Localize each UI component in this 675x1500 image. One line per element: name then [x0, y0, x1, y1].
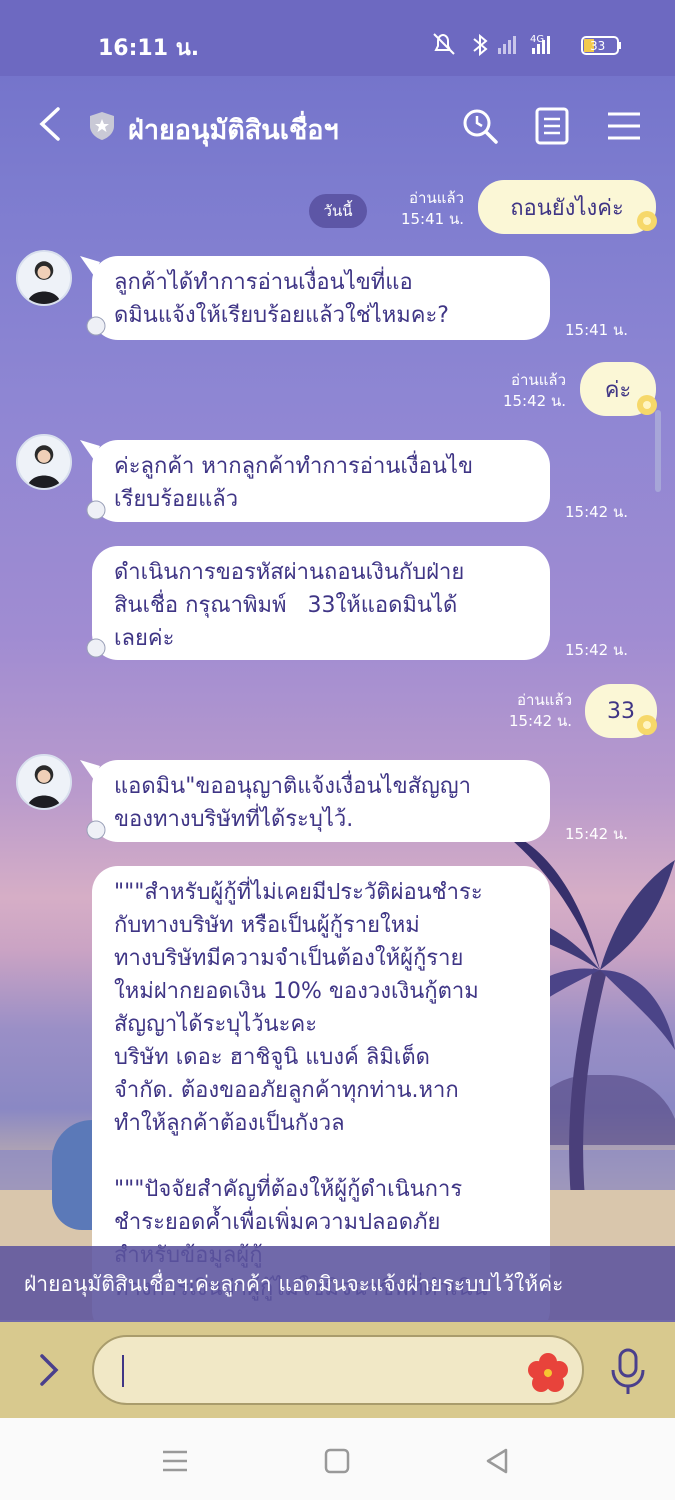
their-message-bubble[interactable]: ค่ะลูกค้า หากลูกค้าทำการอ่านเงื่อนไข เรี…: [92, 440, 550, 522]
bluetooth-icon: [473, 33, 488, 57]
read-receipt: อ่านแล้ว: [409, 189, 464, 207]
message-time: 15:41 น.: [565, 321, 629, 339]
status-icons: 4G 33: [433, 33, 621, 57]
message-input-bar: [0, 1322, 675, 1418]
my-message-bubble[interactable]: ถอนยังไงค่ะ: [478, 180, 656, 234]
back-icon[interactable]: [36, 106, 64, 142]
expand-menu-icon[interactable]: [34, 1350, 64, 1390]
agent-avatar-icon: [18, 252, 70, 304]
flower-sticker-icon: [637, 715, 657, 735]
notes-icon[interactable]: [532, 106, 572, 146]
message-meta: อ่านแล้ว 15:42 น.: [506, 690, 572, 732]
chat-title: ฝ่ายอนุมัติสินเชื่อฯ: [128, 115, 339, 146]
message-time: 15:42 น.: [502, 392, 566, 410]
message-meta: อ่านแล้ว 15:42 น.: [500, 370, 566, 412]
message-text: 33: [607, 698, 635, 724]
read-receipt: อ่านแล้ว: [517, 691, 572, 709]
their-message-bubble[interactable]: ลูกค้าได้ทำการอ่านเงื่อนไขที่แอ ดมินแจ้ง…: [92, 256, 550, 340]
flower-sticker-icon: [637, 211, 657, 231]
svg-text:33: 33: [590, 39, 605, 53]
sticker-decoration-icon: [86, 500, 106, 520]
message-time: 15:42 น.: [565, 825, 629, 843]
home-icon[interactable]: [322, 1446, 352, 1476]
preview-text: ฝ่ายอนุมัติสินเชื่อฯ:ค่ะลูกค้า แอดมินจะแ…: [24, 1271, 564, 1296]
mute-bell-icon: [433, 33, 455, 55]
message-time: 15:42 น.: [508, 712, 572, 730]
recent-apps-icon[interactable]: [160, 1446, 190, 1476]
message-time: 15:42 น.: [565, 503, 629, 521]
agent-avatar-icon: [18, 436, 70, 488]
sticker-decoration-icon: [86, 316, 106, 336]
message-time: 15:41 น.: [400, 210, 464, 228]
system-nav-bar: [0, 1418, 675, 1500]
microphone-icon[interactable]: [608, 1346, 648, 1396]
avatar[interactable]: [16, 754, 72, 810]
menu-icon[interactable]: [604, 106, 644, 146]
their-message-bubble[interactable]: แอดมิน"ขออนุญาติแจ้งเงื่อนไขสัญญา ของทาง…: [92, 760, 550, 842]
sticker-decoration-icon: [86, 638, 106, 658]
message-text: ลูกค้าได้ทำการอ่านเงื่อนไขที่แอ ดมินแจ้ง…: [114, 270, 449, 328]
message-text: ค่ะ: [604, 377, 632, 403]
agent-avatar-icon: [18, 756, 70, 808]
message-meta: อ่านแล้ว 15:41 น.: [400, 188, 464, 230]
read-receipt: อ่านแล้ว: [511, 371, 566, 389]
status-time: 16:11 น.: [98, 36, 200, 61]
message-time: 15:42 น.: [565, 641, 629, 659]
message-text: แอดมิน"ขออนุญาติแจ้งเงื่อนไขสัญญา ของทาง…: [114, 774, 471, 832]
sticker-decoration-icon: [86, 820, 106, 840]
chat-header: ฝ่ายอนุมัติสินเชื่อฯ: [0, 76, 675, 172]
shield-icon: [90, 112, 114, 140]
message-text: """สำหรับผู้กู้ที่ไม่เคยมีประวัติผ่อนชำร…: [114, 880, 487, 1301]
message-text: ถอนยังไงค่ะ: [510, 195, 624, 221]
flower-emoji-icon[interactable]: [526, 1351, 570, 1395]
message-field[interactable]: [92, 1335, 584, 1405]
message-text: ดำเนินการขอรหัสผ่านถอนเงินกับฝ่าย สินเชื…: [114, 560, 465, 651]
message-preview-banner[interactable]: ฝ่ายอนุมัติสินเชื่อฯ:ค่ะลูกค้า แอดมินจะแ…: [0, 1246, 675, 1322]
back-nav-icon[interactable]: [482, 1446, 512, 1476]
status-bar: 16:11 น. 4G 33: [0, 0, 675, 76]
scrollbar[interactable]: [655, 410, 661, 492]
avatar[interactable]: [16, 250, 72, 306]
date-separator: วันนี้: [309, 194, 367, 228]
avatar[interactable]: [16, 434, 72, 490]
their-message-bubble[interactable]: ดำเนินการขอรหัสผ่านถอนเงินกับฝ่าย สินเชื…: [92, 546, 550, 660]
search-icon[interactable]: [460, 106, 500, 146]
signal-icon-1: [498, 36, 516, 54]
message-input[interactable]: [116, 1351, 516, 1391]
battery-icon: 33: [581, 36, 621, 55]
message-text: ค่ะลูกค้า หากลูกค้าทำการอ่านเงื่อนไข เรี…: [114, 454, 474, 512]
